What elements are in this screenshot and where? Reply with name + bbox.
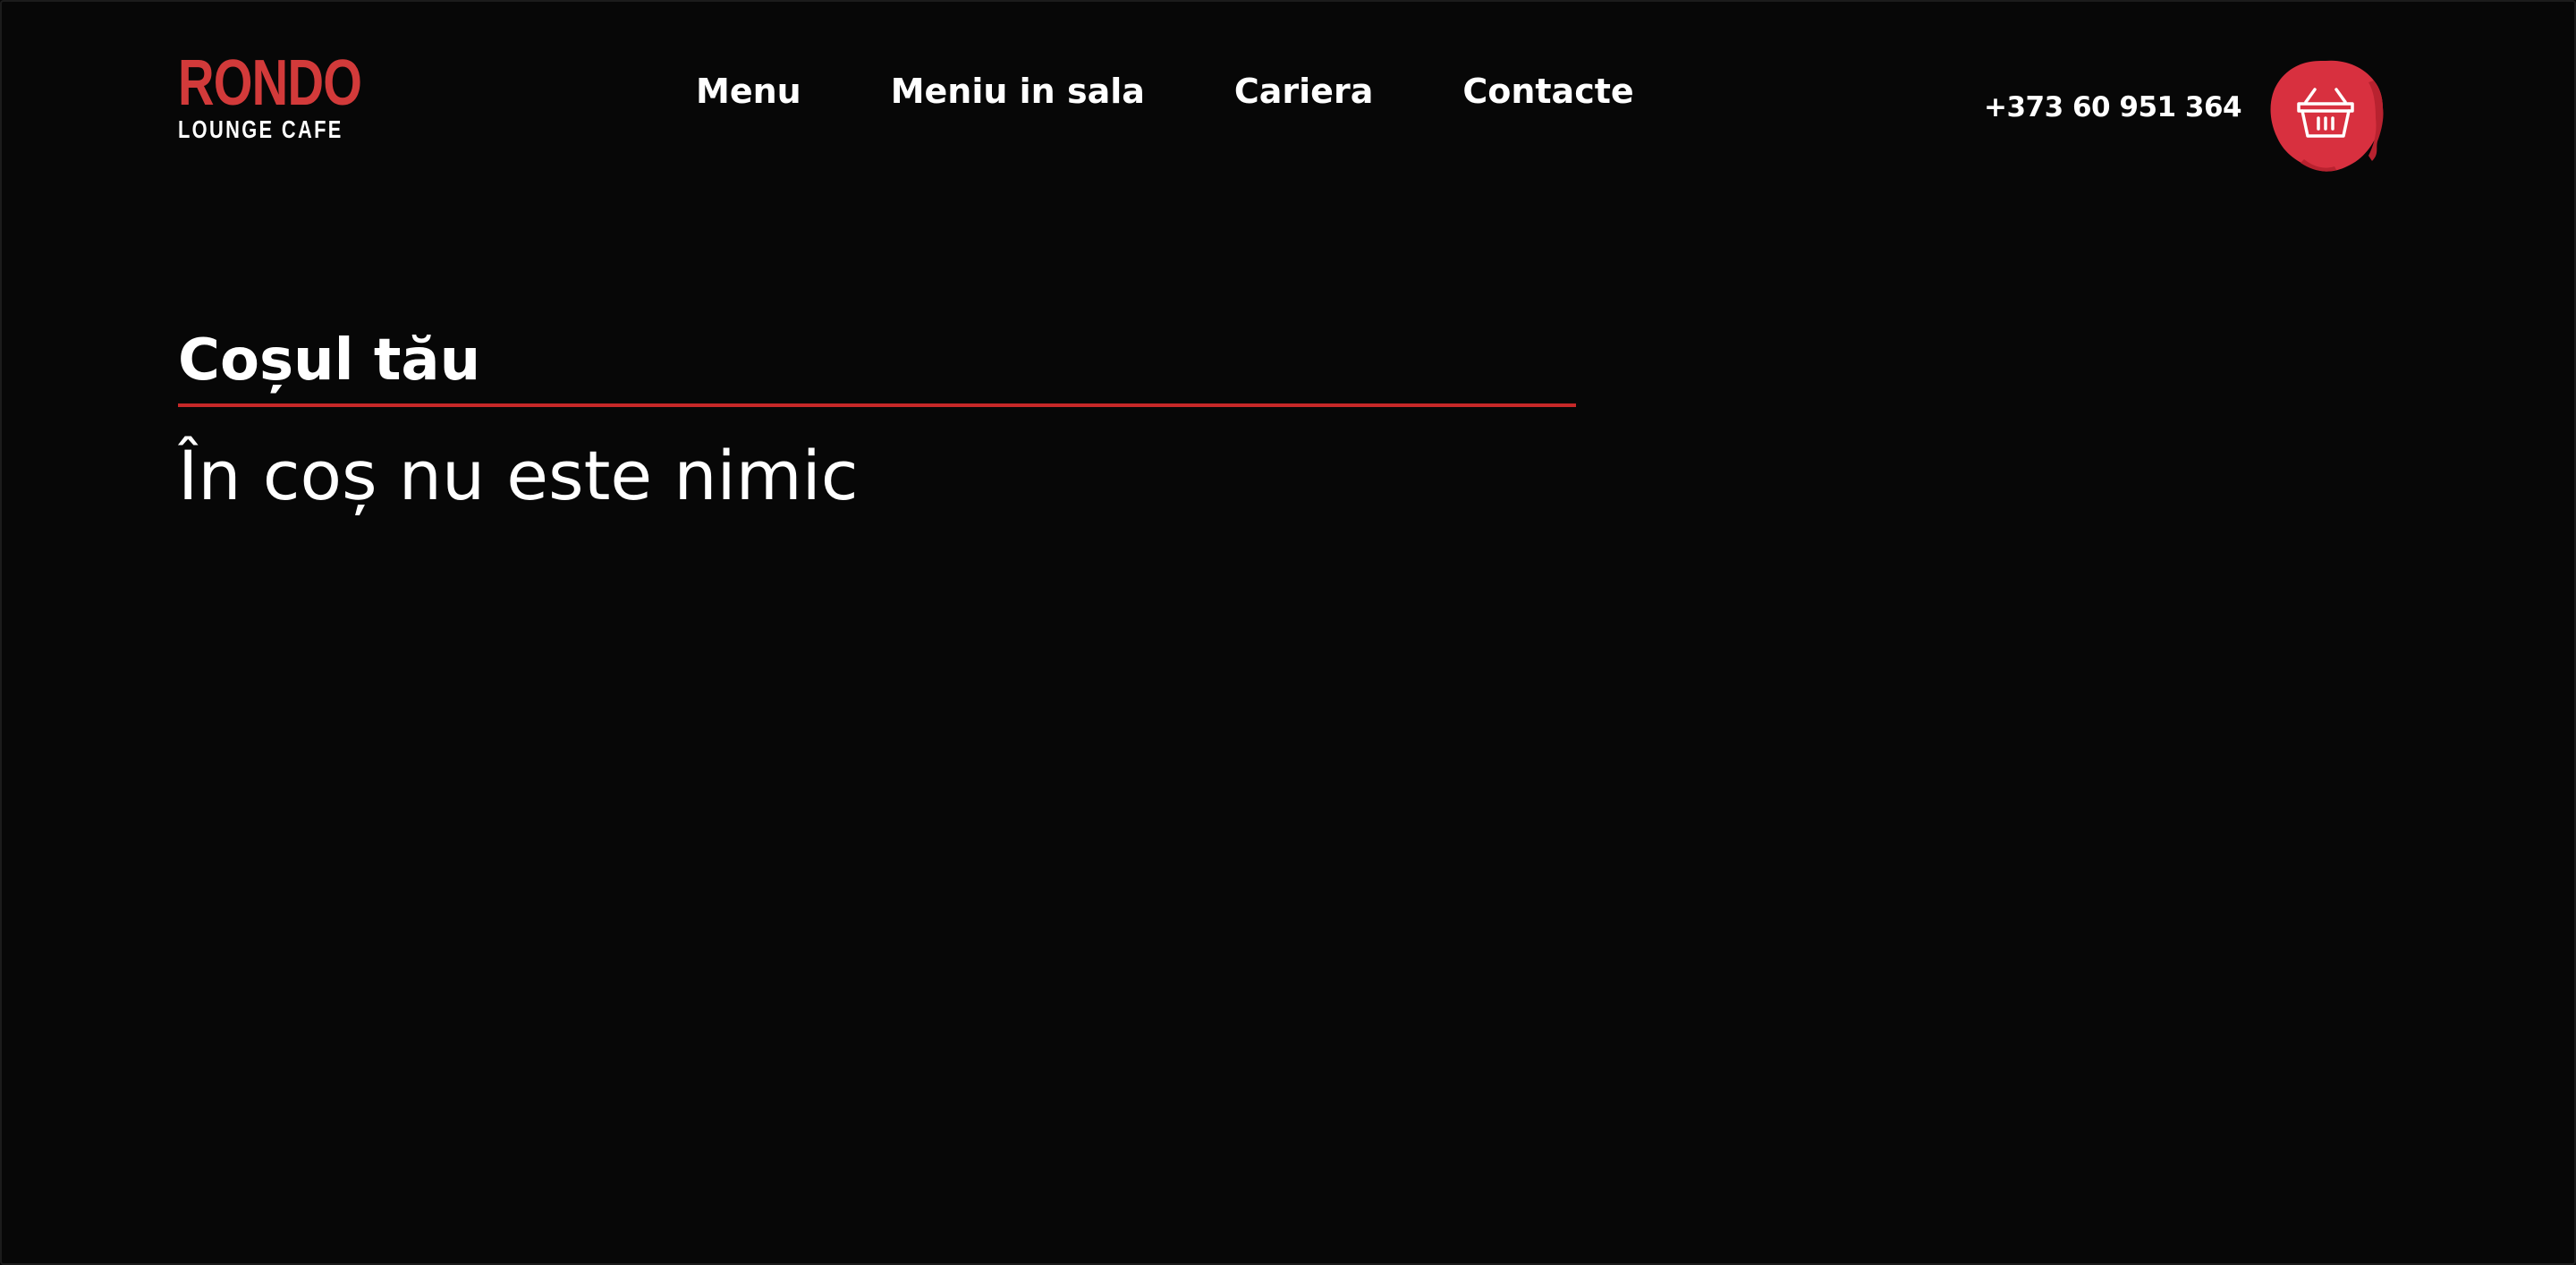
nav-item-cariera[interactable]: Cariera (1234, 72, 1373, 111)
brand-logo[interactable]: RONDO LOUNGE CAFE (178, 47, 362, 143)
brand-tagline: LOUNGE CAFE (178, 115, 343, 143)
phone-link[interactable]: +373 60 951 364 (1984, 91, 2242, 123)
brand-name: RONDO (178, 47, 362, 119)
nav-item-menu[interactable]: Menu (696, 72, 801, 111)
nav-item-contacte[interactable]: Contacte (1462, 72, 1633, 111)
cart-button[interactable] (2265, 55, 2386, 177)
cart-title: Coșul tău (178, 327, 481, 394)
window-frame (0, 0, 2576, 1265)
main-nav: Menu Meniu in sala Cariera Contacte (696, 72, 1634, 111)
basket-icon (2270, 60, 2384, 172)
cart-empty-message: În coș nu este nimic (178, 436, 859, 515)
cart-title-divider (178, 403, 1576, 407)
nav-item-meniu-in-sala[interactable]: Meniu in sala (891, 72, 1145, 111)
